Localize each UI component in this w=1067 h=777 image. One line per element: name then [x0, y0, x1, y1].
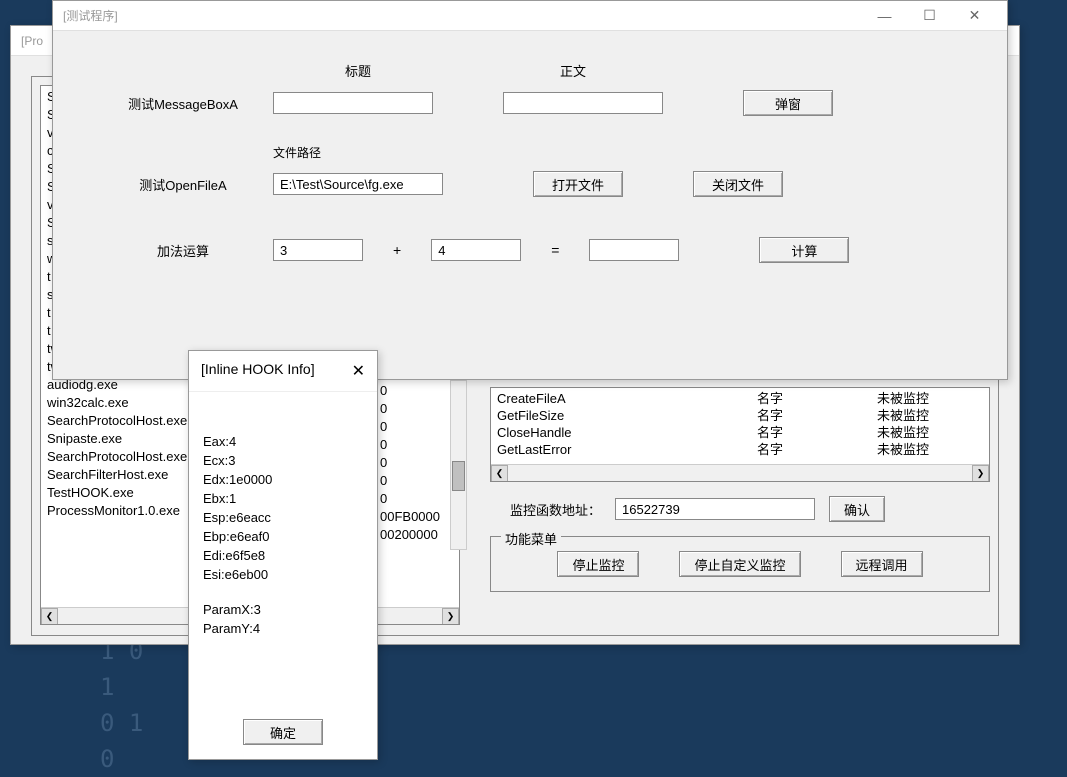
header-filepath: 文件路径	[273, 146, 321, 160]
value-cell: 0	[380, 436, 440, 454]
open-file-button[interactable]: 打开文件	[533, 171, 623, 197]
dialog-title: [Inline HOOK Info]	[201, 361, 315, 381]
name-cell: 名字	[757, 424, 877, 441]
value-cell: 0	[380, 418, 440, 436]
register-line: Ecx:3	[203, 451, 363, 470]
dialog-footer: 确定	[189, 719, 377, 745]
value-cell: 0	[380, 472, 440, 490]
right-panel: CreateFileA名字未被监控GetFileSize名字未被监控CloseH…	[490, 387, 990, 592]
status-cell: 未被监控	[877, 424, 983, 441]
popup-button[interactable]: 弹窗	[743, 90, 833, 116]
maximize-icon[interactable]: ☐	[907, 1, 952, 30]
scroll-left-icon[interactable]: ❮	[491, 465, 508, 482]
func-cell: CloseHandle	[497, 424, 757, 441]
register-line: Ebp:e6eaf0	[203, 527, 363, 546]
operand-b-input[interactable]	[431, 239, 521, 261]
table-row[interactable]: CloseHandle名字未被监控	[497, 424, 983, 441]
row-label: 测试OpenFileA	[113, 175, 253, 194]
close-icon[interactable]: ✕	[352, 361, 365, 381]
window-body: 标题 正文 测试MessageBoxA 弹窗 文件路径 测试OpenFileA …	[53, 31, 1007, 321]
register-line: Edx:1e0000	[203, 470, 363, 489]
scroll-right-icon[interactable]: ❯	[972, 465, 989, 482]
status-cell: 未被监控	[877, 390, 983, 407]
equals-sign: =	[541, 242, 569, 258]
register-line: Esi:e6eb00	[203, 565, 363, 584]
row-label: 加法运算	[113, 241, 253, 260]
scroll-right-icon[interactable]: ❯	[442, 608, 459, 625]
value-cell: 00200000	[380, 526, 440, 544]
address-input[interactable]	[615, 498, 815, 520]
fieldset-legend: 功能菜单	[501, 529, 561, 548]
openfile-row: 测试OpenFileA 打开文件 关闭文件	[113, 171, 947, 197]
column-headers: 标题 正文	[273, 61, 947, 80]
address-row: 监控函数地址： 确认	[490, 490, 990, 528]
dialog-body: Eax:4Ecx:3Edx:1e0000Ebx:1Esp:e6eaccEbp:e…	[189, 392, 377, 658]
table-row[interactable]: CreateFileA名字未被监控	[497, 390, 983, 407]
value-cell: 0	[380, 382, 440, 400]
addition-row: 加法运算 + = 计算	[113, 237, 947, 263]
func-cell: GetFileSize	[497, 407, 757, 424]
close-file-button[interactable]: 关闭文件	[693, 171, 783, 197]
register-line: Ebx:1	[203, 489, 363, 508]
test-program-window: [测试程序] — ☐ ✕ 标题 正文 测试MessageBoxA 弹窗 文件路径…	[52, 0, 1008, 380]
plus-sign: +	[383, 242, 411, 258]
func-cell: GetLastError	[497, 441, 757, 458]
horizontal-scrollbar[interactable]: ❮ ❯	[491, 464, 989, 481]
body-input[interactable]	[503, 92, 663, 114]
filepath-input[interactable]	[273, 173, 443, 195]
register-line: Esp:e6eacc	[203, 508, 363, 527]
address-label: 监控函数地址：	[510, 500, 601, 519]
scroll-thumb[interactable]	[452, 461, 465, 491]
name-cell: 名字	[757, 390, 877, 407]
name-cell: 名字	[757, 407, 877, 424]
calculate-button[interactable]: 计算	[759, 237, 849, 263]
stop-monitor-button[interactable]: 停止监控	[557, 551, 639, 577]
remote-call-button[interactable]: 远程调用	[841, 551, 923, 577]
register-line: Edi:e6f5e8	[203, 546, 363, 565]
titlebar[interactable]: [测试程序] — ☐ ✕	[53, 1, 1007, 31]
value-cell: 0	[380, 400, 440, 418]
messagebox-row: 测试MessageBoxA 弹窗	[113, 90, 947, 116]
value-cell: 0	[380, 490, 440, 508]
filepath-header: 文件路径	[273, 144, 947, 161]
hook-function-table[interactable]: CreateFileA名字未被监控GetFileSize名字未被监控CloseH…	[490, 387, 990, 482]
name-cell: 名字	[757, 441, 877, 458]
dialog-titlebar[interactable]: [Inline HOOK Info] ✕	[189, 351, 377, 392]
func-cell: CreateFileA	[497, 390, 757, 407]
vertical-scrollbar[interactable]	[450, 380, 467, 550]
close-icon[interactable]: ✕	[952, 1, 997, 30]
status-cell: 未被监控	[877, 407, 983, 424]
confirm-button[interactable]: 确认	[829, 496, 885, 522]
table-row[interactable]: GetFileSize名字未被监控	[497, 407, 983, 424]
operand-a-input[interactable]	[273, 239, 363, 261]
row-label: 测试MessageBoxA	[113, 94, 253, 113]
minimize-icon[interactable]: —	[862, 1, 907, 30]
scroll-left-icon[interactable]: ❮	[41, 608, 58, 625]
register-line: Eax:4	[203, 432, 363, 451]
ok-button[interactable]: 确定	[243, 719, 323, 745]
window-title: [测试程序]	[63, 7, 862, 24]
title-input[interactable]	[273, 92, 433, 114]
result-input[interactable]	[589, 239, 679, 261]
value-cell: 00FB0000	[380, 508, 440, 526]
param-line: ParamY:4	[203, 619, 363, 638]
table-row[interactable]: GetLastError名字未被监控	[497, 441, 983, 458]
header-title: 标题	[273, 61, 443, 80]
inline-hook-info-dialog: [Inline HOOK Info] ✕ Eax:4Ecx:3Edx:1e000…	[188, 350, 378, 760]
value-cell: 0	[380, 454, 440, 472]
param-line: ParamX:3	[203, 600, 363, 619]
stop-custom-monitor-button[interactable]: 停止自定义监控	[679, 551, 800, 577]
header-body: 正文	[473, 61, 673, 80]
function-menu-fieldset: 功能菜单 停止监控 停止自定义监控 远程调用	[490, 536, 990, 592]
status-cell: 未被监控	[877, 441, 983, 458]
